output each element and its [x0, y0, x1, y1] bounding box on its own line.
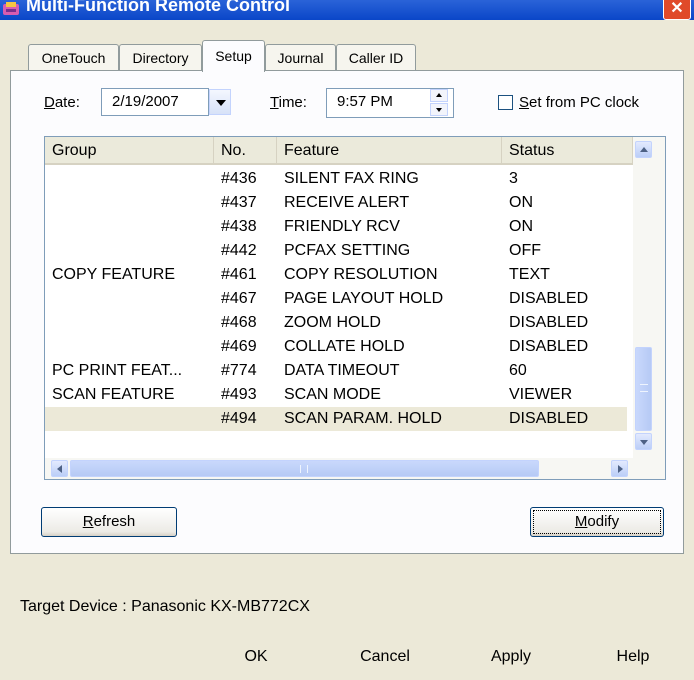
cell-no: #437: [221, 194, 257, 211]
date-field[interactable]: 2/19/2007: [101, 88, 209, 116]
cell-no: #469: [221, 338, 257, 355]
window-title: Multi-Function Remote Control: [26, 0, 290, 15]
column-header-feature[interactable]: Feature: [277, 137, 502, 165]
cell-no: #774: [221, 362, 257, 379]
cell-status: DISABLED: [509, 338, 589, 355]
cell-feature: SCAN MODE: [284, 386, 381, 403]
cell-group: COPY FEATURE: [52, 266, 175, 283]
cell-feature: FRIENDLY RCV: [284, 218, 400, 235]
table-row[interactable]: #468 ZOOM HOLD DISABLED: [45, 311, 627, 335]
table-row[interactable]: SCAN FEATURE #493 SCAN MODE VIEWER: [45, 383, 627, 407]
cell-no: #436: [221, 170, 257, 187]
scroll-left-button[interactable]: [51, 460, 68, 477]
table-row[interactable]: #438 FRIENDLY RCV ON: [45, 215, 627, 239]
cell-feature: COLLATE HOLD: [284, 338, 405, 355]
table-row[interactable]: #467 PAGE LAYOUT HOLD DISABLED: [45, 287, 627, 311]
cell-status: OFF: [509, 242, 541, 259]
help-button[interactable]: Help: [578, 642, 688, 672]
scroll-down-button[interactable]: [635, 433, 652, 450]
tab-onetouch[interactable]: OneTouch: [28, 44, 119, 71]
cell-status: ON: [509, 218, 533, 235]
scroll-right-button[interactable]: [611, 460, 628, 477]
cell-group: SCAN FEATURE: [52, 386, 175, 403]
time-label: Time:: [270, 94, 307, 111]
target-device-label: Target Device : Panasonic KX-MB772CX: [20, 598, 310, 615]
column-header-group[interactable]: Group: [45, 137, 214, 165]
tab-caller-id[interactable]: Caller ID: [336, 44, 416, 71]
time-spin-down-button[interactable]: [430, 103, 448, 116]
date-label: Date:: [44, 94, 80, 111]
cell-status: DISABLED: [509, 314, 589, 331]
cell-status: 3: [509, 170, 518, 187]
date-dropdown-button[interactable]: [209, 89, 231, 115]
cell-feature: PCFAX SETTING: [284, 242, 411, 259]
cell-status: DISABLED: [509, 290, 589, 307]
cancel-button[interactable]: Cancel: [330, 642, 440, 672]
table-row[interactable]: #494 SCAN PARAM. HOLD DISABLED: [45, 407, 627, 431]
tab-directory[interactable]: Directory: [119, 44, 202, 71]
table-row[interactable]: #469 COLLATE HOLD DISABLED: [45, 335, 627, 359]
cell-feature: ZOOM HOLD: [284, 314, 381, 331]
scroll-up-button[interactable]: [635, 141, 652, 158]
vertical-scrollbar[interactable]: [633, 137, 665, 479]
cell-feature: DATA TIMEOUT: [284, 362, 400, 379]
column-header-status[interactable]: Status: [502, 137, 633, 165]
table-row[interactable]: #442 PCFAX SETTING OFF: [45, 239, 627, 263]
table-row[interactable]: PC PRINT FEAT... #774 DATA TIMEOUT 60: [45, 359, 627, 383]
table-row[interactable]: #436 SILENT FAX RING 3: [45, 167, 627, 191]
close-button[interactable]: ✕: [663, 0, 691, 20]
cell-no: #442: [221, 242, 257, 259]
apply-button[interactable]: Apply: [456, 642, 566, 672]
cell-feature: PAGE LAYOUT HOLD: [284, 290, 444, 307]
feature-list[interactable]: Group No. Feature Status #436 SILENT FAX …: [44, 136, 666, 480]
cell-feature: SCAN PARAM. HOLD: [284, 410, 442, 427]
time-spin-up-button[interactable]: [430, 89, 448, 102]
cell-feature: RECEIVE ALERT: [284, 194, 410, 211]
modify-button[interactable]: Modify: [530, 507, 664, 537]
cell-status: TEXT: [509, 266, 550, 283]
horizontal-scrollbar[interactable]: [45, 458, 633, 479]
table-row[interactable]: #437 RECEIVE ALERT ON: [45, 191, 627, 215]
vertical-scroll-thumb[interactable]: [635, 347, 652, 431]
cell-no: #494: [221, 410, 257, 427]
cell-no: #493: [221, 386, 257, 403]
cell-no: #468: [221, 314, 257, 331]
title-bar[interactable]: Multi-Function Remote Control ✕: [0, 0, 694, 20]
cell-group: PC PRINT FEAT...: [52, 362, 183, 379]
cell-no: #467: [221, 290, 257, 307]
cell-feature: SILENT FAX RING: [284, 170, 419, 187]
scroll-grip-icon: [640, 384, 648, 392]
cell-status: VIEWER: [509, 386, 573, 403]
cell-status: DISABLED: [509, 410, 589, 427]
tab-setup[interactable]: Setup: [202, 40, 265, 72]
cell-no: #461: [221, 266, 257, 283]
set-from-pc-clock-checkbox[interactable]: [498, 95, 513, 110]
table-row[interactable]: COPY FEATURE #461 COPY RESOLUTION TEXT: [45, 263, 627, 287]
column-header-no[interactable]: No.: [214, 137, 277, 165]
cell-status: ON: [509, 194, 533, 211]
set-from-pc-clock-label[interactable]: Set from PC clock: [519, 94, 639, 111]
tab-journal[interactable]: Journal: [265, 44, 336, 71]
horizontal-scroll-thumb[interactable]: [70, 460, 539, 477]
refresh-button[interactable]: Refresh: [41, 507, 177, 537]
ok-button[interactable]: OK: [201, 642, 311, 672]
cell-feature: COPY RESOLUTION: [284, 266, 438, 283]
cell-status: 60: [509, 362, 527, 379]
app-icon: [3, 2, 19, 15]
scroll-grip-icon: [300, 465, 308, 473]
cell-no: #438: [221, 218, 257, 235]
